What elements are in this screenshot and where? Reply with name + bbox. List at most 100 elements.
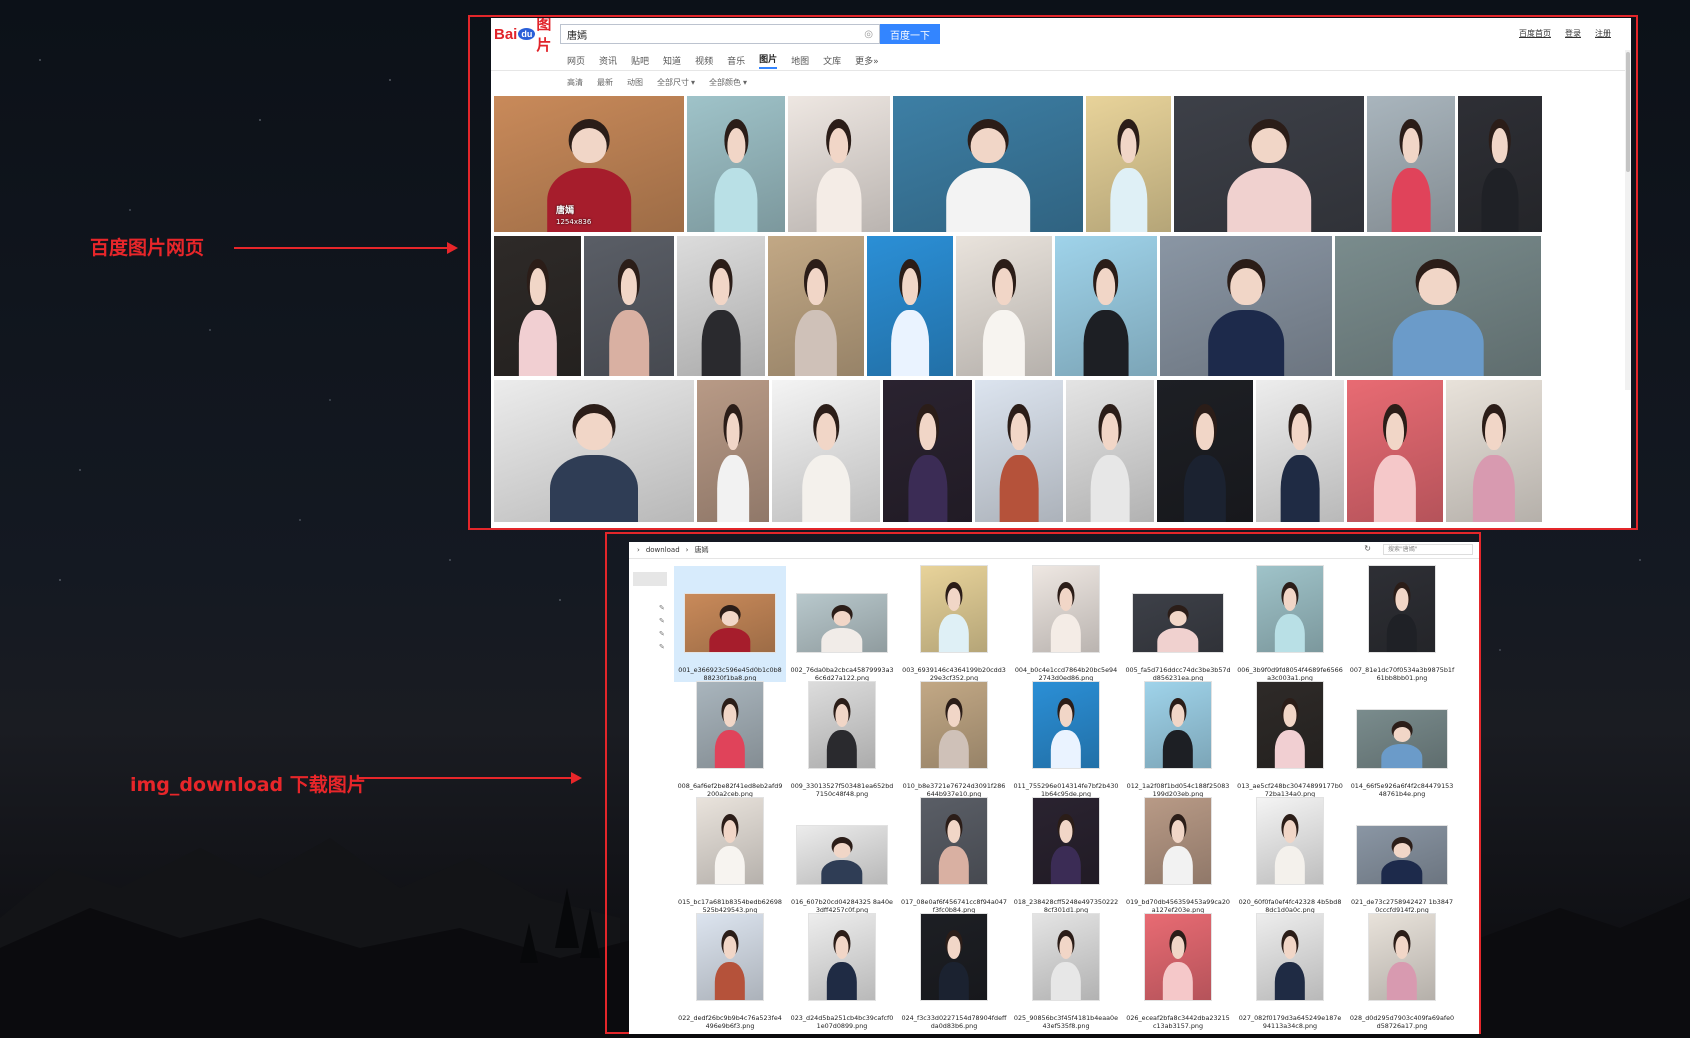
folder-search-input[interactable]: 搜索"唐嫣": [1383, 544, 1473, 555]
quick-access-item[interactable]: [633, 572, 667, 586]
baidu-logo[interactable]: Bai du 图片: [494, 18, 560, 55]
image-result-thumbnail[interactable]: [1367, 96, 1455, 232]
file-item[interactable]: 002_76da0ba2cbca45879993a36c6d27a122.png: [786, 566, 898, 682]
image-result-thumbnail[interactable]: [1174, 96, 1364, 232]
file-item[interactable]: 013_ae5cf248bc30474899177b072ba134a0.png: [1234, 682, 1346, 798]
file-item[interactable]: 025_90856bc3f45f4181b4eaa0e43ef535f8.png: [1010, 914, 1122, 1030]
file-item[interactable]: 017_08e0af6f456741cc8f94a047f3fc0b84.png: [898, 798, 1010, 914]
image-result-thumbnail[interactable]: [1086, 96, 1171, 232]
file-item[interactable]: 014_66f5e926a6f4f2c8447915348761b4e.png: [1346, 682, 1458, 798]
refresh-icon[interactable]: ↻: [1364, 544, 1371, 553]
file-item[interactable]: 010_b8e3721e76724d3091f286644b937e10.png: [898, 682, 1010, 798]
filter-4[interactable]: 全部颜色: [709, 77, 741, 88]
person-figure: [1386, 584, 1418, 652]
image-result-thumbnail[interactable]: [768, 236, 864, 376]
camera-icon[interactable]: ◎: [864, 29, 873, 40]
tab-7[interactable]: 地图: [791, 54, 809, 67]
image-result-thumbnail[interactable]: [1055, 236, 1157, 376]
filter-2[interactable]: 动图: [627, 77, 643, 88]
image-result-thumbnail[interactable]: [1347, 380, 1443, 522]
tab-6[interactable]: 图片: [759, 52, 778, 69]
search-button[interactable]: 百度一下: [880, 24, 940, 44]
image-result-thumbnail[interactable]: [1446, 380, 1542, 522]
filter-0[interactable]: 高清: [567, 77, 583, 88]
file-item[interactable]: 024_f3c33d0227154d78904fdeffda0d83b6.png: [898, 914, 1010, 1030]
person-figure: [982, 261, 1026, 376]
file-item[interactable]: 008_6af6ef2be82f41ed8eb2afd9200a2ceb.png: [674, 682, 786, 798]
file-item[interactable]: 023_d24d5ba251cb4bc39cafcf01e07d0899.png: [786, 914, 898, 1030]
image-result-thumbnail[interactable]: [1335, 236, 1541, 376]
filter-1[interactable]: 最新: [597, 77, 613, 88]
file-thumbnail: [1145, 798, 1211, 884]
image-result-thumbnail[interactable]: [677, 236, 765, 376]
pin-icon[interactable]: ✎: [659, 630, 665, 638]
image-result-thumbnail[interactable]: [975, 380, 1063, 522]
file-item[interactable]: 022_dedf26bc9b9b4c76a523fe4496e9b6f3.png: [674, 914, 786, 1030]
file-item[interactable]: 006_3b9f0d9fd8054f4689fe6566a3c003a1.png: [1234, 566, 1346, 682]
link-home[interactable]: 百度首页: [1519, 28, 1551, 39]
tab-2[interactable]: 贴吧: [631, 54, 649, 67]
tab-9[interactable]: 更多»: [855, 54, 879, 67]
filter-3[interactable]: 全部尺寸: [657, 77, 689, 88]
file-item[interactable]: 011_755296e014314fe7bf2b4301b64c95de.png: [1010, 682, 1122, 798]
file-item[interactable]: 009_33013527f503481ea652bd7150c48f48.png: [786, 682, 898, 798]
file-name: 018_238428cff5248e4973502228cf301d1.png: [1013, 898, 1119, 914]
tab-1[interactable]: 资讯: [599, 54, 617, 67]
navigation-pane: ✎ ✎ ✎ ✎: [629, 558, 669, 1034]
file-item[interactable]: 026_eceaf2bfa8c3442dba23215c13ab3157.png: [1122, 914, 1234, 1030]
file-item[interactable]: 021_de73c2758942427 1b38470cccfd914f2.pn…: [1346, 798, 1458, 914]
image-result-thumbnail[interactable]: [788, 96, 890, 232]
image-result-thumbnail[interactable]: [1160, 236, 1332, 376]
image-result-thumbnail[interactable]: [956, 236, 1052, 376]
image-result-thumbnail[interactable]: [687, 96, 785, 232]
image-result-thumbnail[interactable]: [867, 236, 953, 376]
image-result-thumbnail[interactable]: [697, 380, 769, 522]
file-item[interactable]: 015_bc17a681b8354bedb62698525b429543.png: [674, 798, 786, 914]
tab-8[interactable]: 文库: [823, 54, 841, 67]
file-item[interactable]: 012_1a2f08f1bd054c188f25083199d203eb.png: [1122, 682, 1234, 798]
link-login[interactable]: 登录: [1565, 28, 1581, 39]
file-item[interactable]: 028_d0d295d7903c409fa69afe0d58726a17.png: [1346, 914, 1458, 1030]
file-name: 010_b8e3721e76724d3091f286644b937e10.png: [902, 782, 1006, 798]
image-result-thumbnail[interactable]: [1157, 380, 1253, 522]
file-item[interactable]: 018_238428cff5248e4973502228cf301d1.png: [1010, 798, 1122, 914]
file-name: 009_33013527f503481ea652bd7150c48f48.png: [790, 782, 894, 798]
image-result-thumbnail[interactable]: [772, 380, 880, 522]
search-input[interactable]: 唐嫣 ◎: [560, 24, 880, 44]
link-register[interactable]: 注册: [1595, 28, 1611, 39]
page-scrollbar[interactable]: [1625, 50, 1631, 390]
tab-3[interactable]: 知道: [663, 54, 681, 67]
file-item[interactable]: 027_082f0179d3a645249e187e94113a34c8.png: [1234, 914, 1346, 1030]
file-item[interactable]: 020_60f0fa0ef4fc42328 4b5bd88dc1d0a0c.pn…: [1234, 798, 1346, 914]
file-item[interactable]: 007_81e1dc70f0534a3b9875b1f61bb8bb01.png: [1346, 566, 1458, 682]
tab-5[interactable]: 音乐: [727, 54, 745, 67]
file-item[interactable]: 004_b0c4e1ccd7864b20bc5e942743d0ed86.png: [1010, 566, 1122, 682]
file-item[interactable]: 019_bd70db456359453a99ca20a127ef203e.png: [1122, 798, 1234, 914]
image-result-thumbnail[interactable]: [494, 236, 581, 376]
pin-icon[interactable]: ✎: [659, 604, 665, 612]
address-bar[interactable]: › download › 唐嫣 ↻ 搜索"唐嫣": [629, 542, 1479, 559]
image-result-thumbnail[interactable]: [1066, 380, 1154, 522]
file-item[interactable]: 001_e366923c596e45d0b1c0b888230f1ba8.png: [674, 566, 786, 682]
person-figure: [1481, 120, 1519, 232]
breadcrumb-download[interactable]: download: [646, 546, 680, 554]
file-item[interactable]: 003_6939146c4364199b20cdd329e3cf352.png: [898, 566, 1010, 682]
image-result-thumbnail[interactable]: 唐嫣 1254x836: [494, 96, 684, 232]
file-thumbnail: [1357, 826, 1447, 884]
image-result-thumbnail[interactable]: [494, 380, 694, 522]
image-result-thumbnail[interactable]: [584, 236, 674, 376]
pin-icon[interactable]: ✎: [659, 643, 665, 651]
tab-4[interactable]: 视频: [695, 54, 713, 67]
pin-icon[interactable]: ✎: [659, 617, 665, 625]
tab-0[interactable]: 网页: [567, 54, 585, 67]
image-result-thumbnail[interactable]: [883, 380, 972, 522]
breadcrumb-folder[interactable]: 唐嫣: [694, 545, 708, 555]
image-caption: 唐嫣 1254x836: [556, 206, 591, 228]
image-result-thumbnail[interactable]: [893, 96, 1083, 232]
image-result-thumbnail[interactable]: [1458, 96, 1542, 232]
file-item[interactable]: 016_607b20cd04284325 8a40e3dff4257c0f.pn…: [786, 798, 898, 914]
file-thumbnail: [685, 594, 775, 652]
file-item[interactable]: 005_fa5d716ddcc74dc3be3b57dd856231ea.png: [1122, 566, 1234, 682]
image-result-thumbnail[interactable]: [1256, 380, 1344, 522]
file-explorer-window: › download › 唐嫣 ↻ 搜索"唐嫣" ✎ ✎ ✎ ✎ 001_e36…: [629, 542, 1479, 1034]
